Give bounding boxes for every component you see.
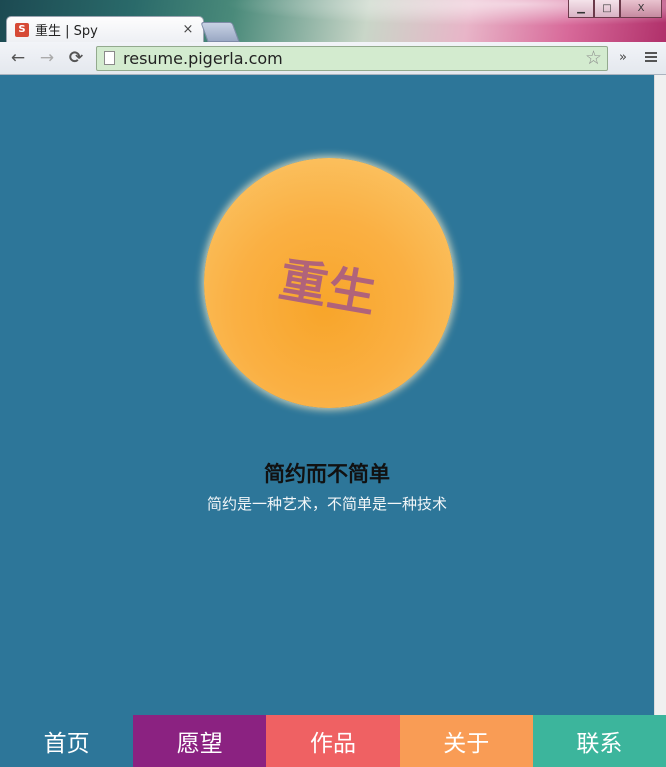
forward-arrow-icon[interactable]: → <box>37 48 57 68</box>
nav-item-works[interactable]: 作品 <box>266 715 400 767</box>
page-icon <box>104 51 115 65</box>
browser-tab[interactable]: S 重生 | Spy × <box>6 16 204 42</box>
nav-item-contact[interactable]: 联系 <box>532 715 666 767</box>
slogan-title: 简约而不简单 <box>264 462 390 486</box>
back-arrow-icon[interactable]: ← <box>8 48 28 68</box>
maximize-button[interactable]: □ <box>594 0 620 18</box>
favicon-icon: S <box>15 22 29 37</box>
slogan-subtitle: 简约是一种艺术，不简单是一种技术 <box>206 495 447 513</box>
bookmark-star-icon[interactable]: ☆ <box>585 48 602 69</box>
page-scrollbar[interactable] <box>654 75 666 767</box>
tab-close-icon[interactable]: × <box>181 22 195 37</box>
nav-item-home[interactable]: 首页 <box>0 715 134 767</box>
page-content: 重生 简约而不简单 简约是一种艺术，不简单是一种技术 <box>0 75 654 767</box>
minimize-button[interactable]: ▁ <box>568 0 594 18</box>
close-window-button[interactable]: X <box>620 0 662 18</box>
browser-toolbar: ← → ⟳ resume.pigerla.com ☆ » <box>0 42 666 75</box>
nav-item-about[interactable]: 关于 <box>399 715 533 767</box>
tab-title: 重生 | Spy <box>35 24 98 39</box>
bottom-nav: 首页 愿望 作品 关于 联系 <box>0 715 666 767</box>
reload-icon[interactable]: ⟳ <box>66 48 86 68</box>
address-bar[interactable]: resume.pigerla.com ☆ <box>96 46 608 71</box>
menu-icon[interactable] <box>645 52 657 63</box>
new-tab-button[interactable] <box>200 22 240 42</box>
url-text[interactable]: resume.pigerla.com <box>123 49 283 69</box>
hero-orb: 重生 <box>204 158 454 408</box>
overflow-chevron-icon[interactable]: » <box>619 50 627 65</box>
orb-logo-text: 重生 <box>274 251 382 325</box>
nav-item-wishes[interactable]: 愿望 <box>133 715 267 767</box>
window-controls: ▁ □ X <box>568 0 662 18</box>
